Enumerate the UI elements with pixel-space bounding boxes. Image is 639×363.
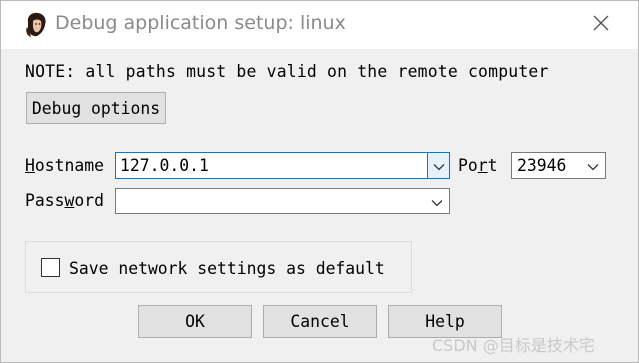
ok-button[interactable]: OK: [138, 305, 252, 338]
hostname-dropdown-button[interactable]: [427, 153, 449, 178]
debug-options-button[interactable]: Debug options: [26, 92, 166, 124]
chevron-down-icon: [587, 156, 599, 175]
save-default-checkbox[interactable]: [41, 258, 60, 277]
window-title: Debug application setup: linux: [55, 12, 346, 34]
chevron-down-icon: [431, 192, 443, 211]
password-dropdown-button[interactable]: [427, 189, 447, 214]
password-label: Password: [25, 191, 104, 210]
password-combobox[interactable]: [115, 188, 450, 214]
title-bar[interactable]: Debug application setup: linux: [1, 1, 638, 49]
save-default-label[interactable]: Save network settings as default: [69, 259, 385, 278]
app-avatar-icon: [24, 12, 49, 38]
hostname-label-rest: ostname: [34, 156, 104, 175]
port-label: Port: [458, 156, 498, 175]
remote-paths-note: NOTE: all paths must be valid on the rem…: [25, 62, 549, 81]
hostname-label: Hostname: [25, 156, 104, 175]
cancel-button[interactable]: Cancel: [263, 305, 377, 338]
hostname-input[interactable]: 127.0.0.1: [120, 156, 209, 175]
password-label-rest: ord: [74, 191, 104, 210]
hostname-label-accel: H: [25, 156, 35, 175]
port-label-accel: r: [477, 156, 488, 175]
port-combobox[interactable]: 23946: [511, 152, 606, 179]
password-label-start: Pass: [25, 191, 65, 210]
hostname-combobox[interactable]: 127.0.0.1: [115, 152, 450, 179]
close-button[interactable]: [586, 11, 616, 39]
close-icon: [592, 14, 610, 36]
dialog-window: Debug application setup: linux NOTE: all…: [0, 0, 639, 363]
password-label-accel: w: [64, 191, 75, 210]
watermark-text: CSDN @目标是技术宅: [432, 336, 595, 355]
port-label-rest: t: [487, 156, 498, 175]
port-dropdown-button[interactable]: [583, 153, 603, 178]
port-value[interactable]: 23946: [517, 156, 566, 175]
chevron-down-icon: [433, 156, 445, 175]
port-label-start: Po: [458, 156, 478, 175]
